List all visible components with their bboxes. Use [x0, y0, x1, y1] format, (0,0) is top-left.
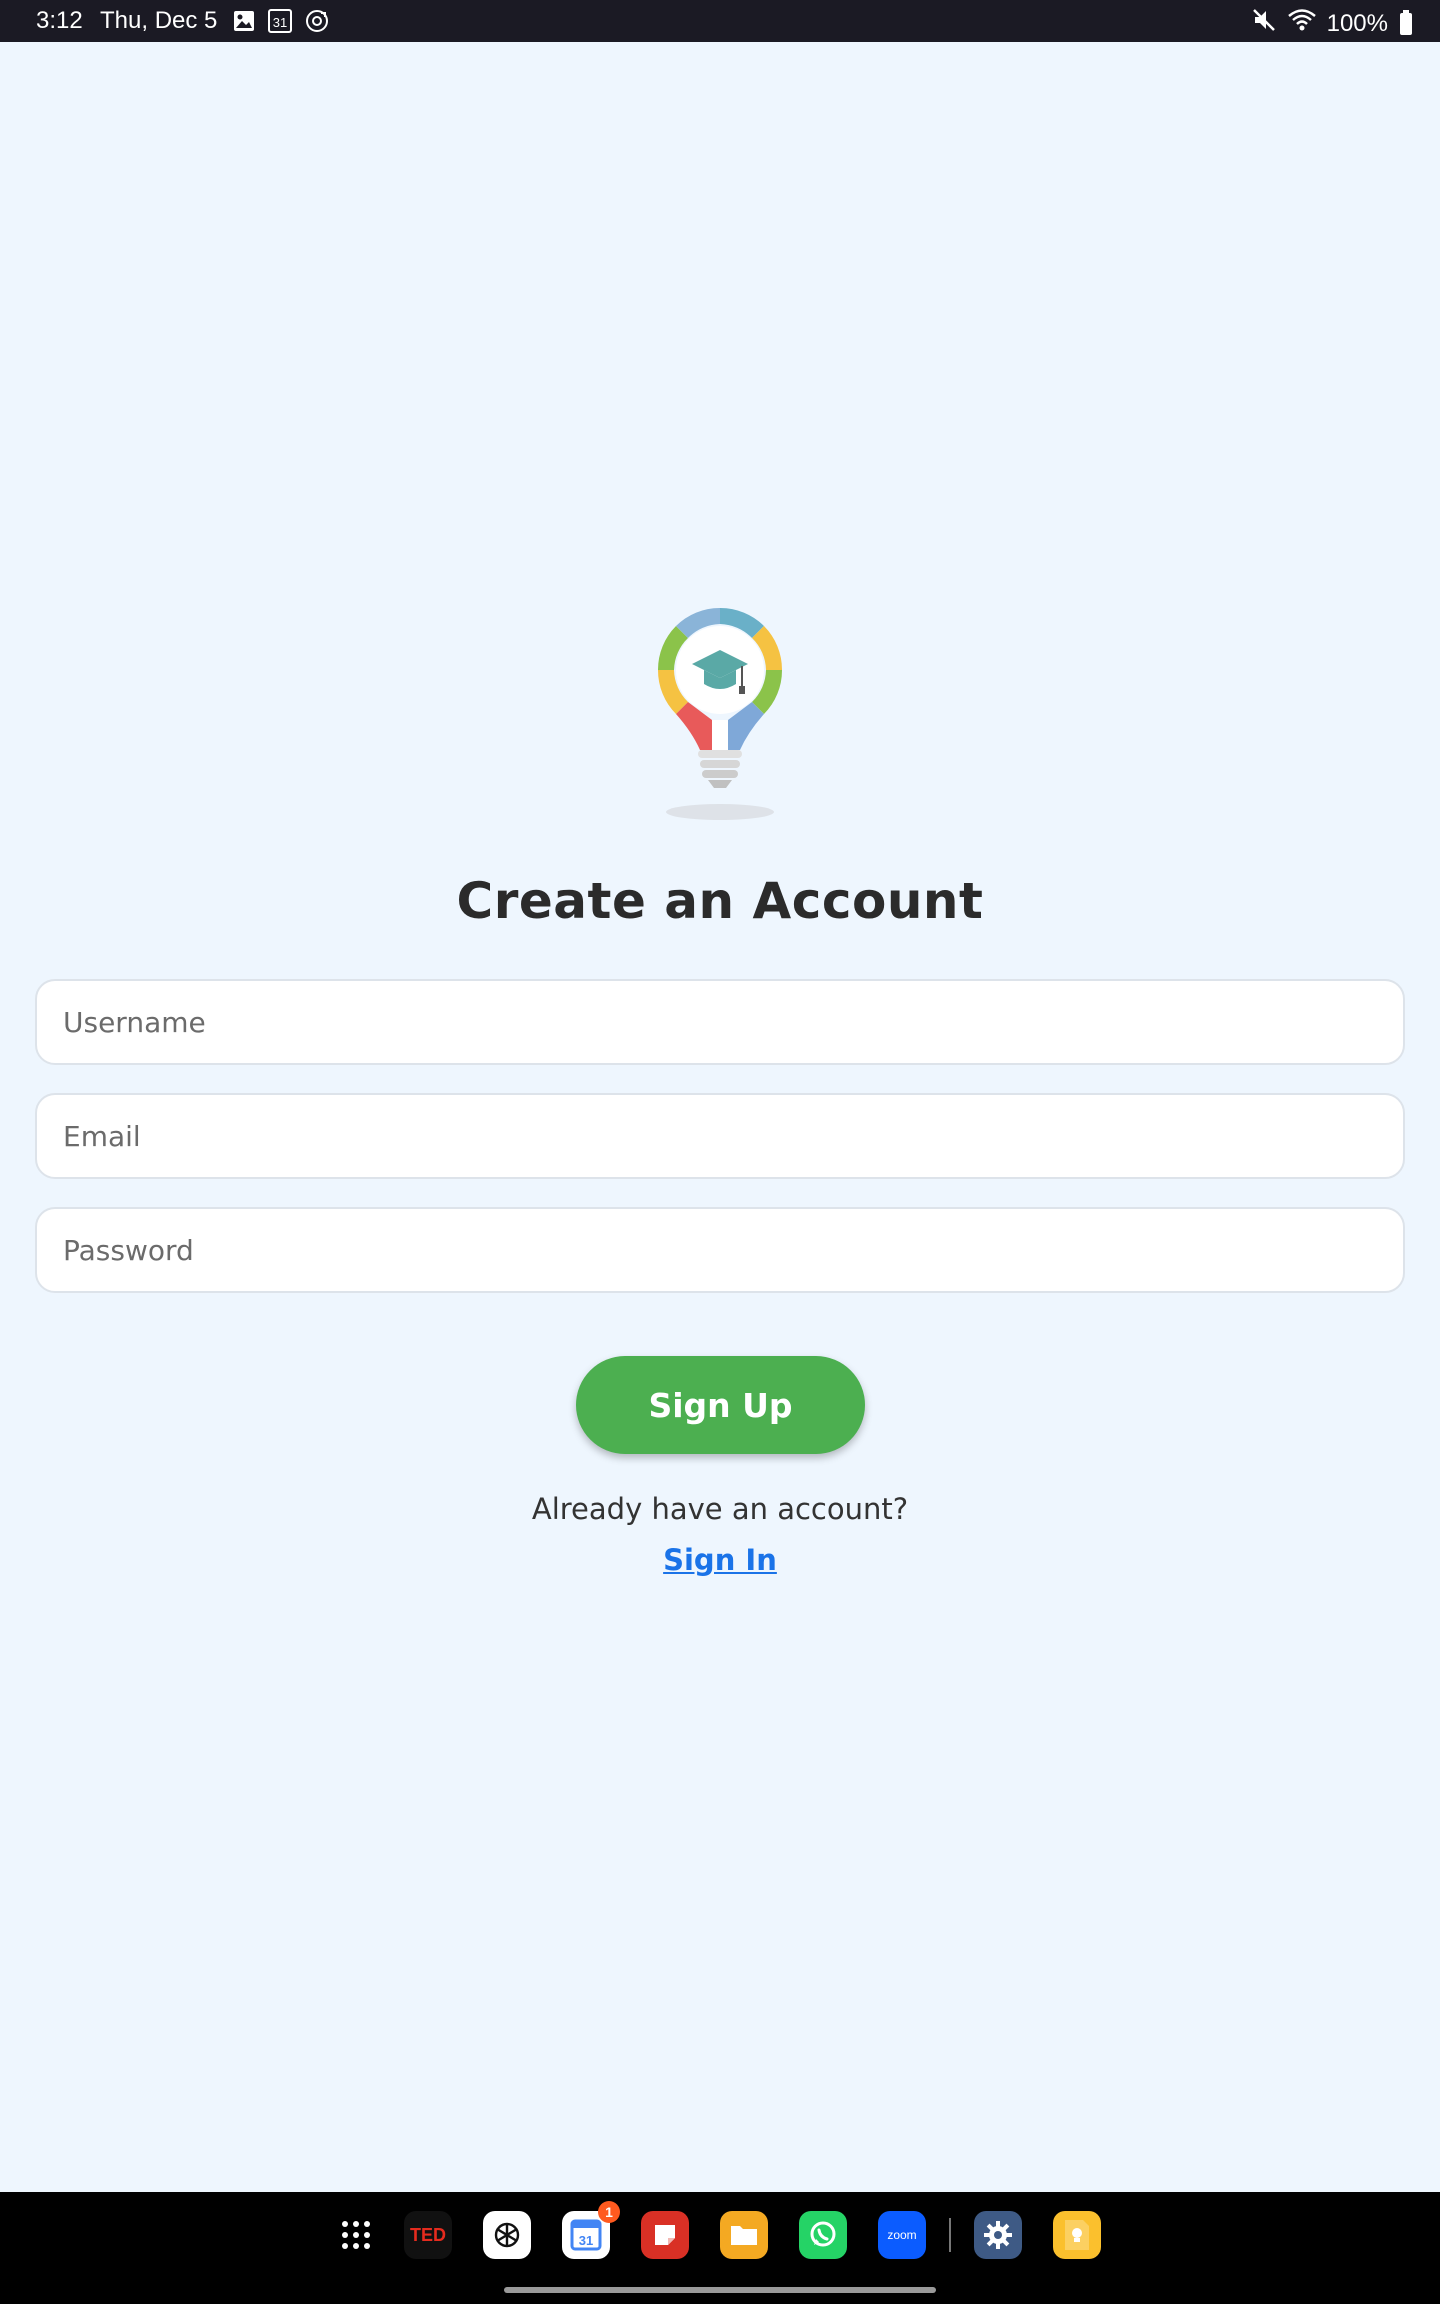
chatgpt-app-icon[interactable] — [483, 2211, 531, 2259]
app-drawer-button[interactable] — [332, 2211, 380, 2259]
whatsapp-icon — [810, 2221, 836, 2247]
grid-icon — [342, 2221, 370, 2249]
username-input[interactable] — [35, 979, 1405, 1065]
zoom-app-icon[interactable]: zoom — [878, 2211, 926, 2259]
bulb-icon — [1065, 2220, 1089, 2250]
calendar-app-label: 31 — [579, 2233, 593, 2248]
folder-icon — [731, 2226, 757, 2245]
calendar-app-icon[interactable]: 31 1 — [562, 2201, 620, 2259]
already-have-account-text: Already have an account? — [531, 1492, 909, 1526]
mute-icon — [1251, 7, 1277, 40]
notification-badge: 1 — [598, 2201, 620, 2223]
zoom-label: zoom — [887, 2228, 917, 2242]
status-date: Thu, Dec 5 — [100, 7, 218, 34]
calendar-icon: 31 — [267, 9, 293, 33]
page-title: Create an Account — [456, 872, 984, 930]
whatsapp-app-icon[interactable] — [799, 2211, 847, 2259]
taskbar-divider — [949, 2218, 951, 2252]
keep-app-icon[interactable] — [1053, 2211, 1101, 2259]
sync-icon — [304, 9, 330, 33]
sign-in-link[interactable]: Sign In — [663, 1543, 777, 1577]
notes-app-icon[interactable] — [641, 2211, 689, 2259]
ted-label: TED — [410, 2224, 446, 2245]
wifi-icon — [1287, 7, 1317, 40]
battery-icon — [1400, 9, 1412, 35]
status-bar: 3:12 Thu, Dec 5 31 100% — [0, 0, 1440, 42]
sign-in-link-row: Sign In — [0, 1543, 1440, 1577]
ted-app-icon[interactable]: TED — [404, 2211, 452, 2259]
openai-icon — [494, 2222, 520, 2248]
gear-icon — [984, 2221, 1012, 2249]
files-app-icon[interactable] — [720, 2211, 768, 2259]
battery-text: 100% — [1326, 9, 1388, 37]
status-time: 3:12 — [36, 7, 83, 34]
sign-up-button[interactable]: Sign Up — [576, 1356, 865, 1454]
home-indicator[interactable] — [504, 2287, 936, 2293]
note-icon — [655, 2225, 675, 2245]
gallery-icon — [232, 9, 256, 33]
calendar-day-text: 31 — [273, 15, 287, 30]
email-input[interactable] — [35, 1093, 1405, 1179]
settings-app-icon[interactable] — [974, 2211, 1022, 2259]
google-calendar-icon: 31 — [570, 2219, 602, 2251]
app-logo — [648, 600, 792, 824]
password-input[interactable] — [35, 1207, 1405, 1293]
status-right: 100% — [1251, 7, 1412, 40]
